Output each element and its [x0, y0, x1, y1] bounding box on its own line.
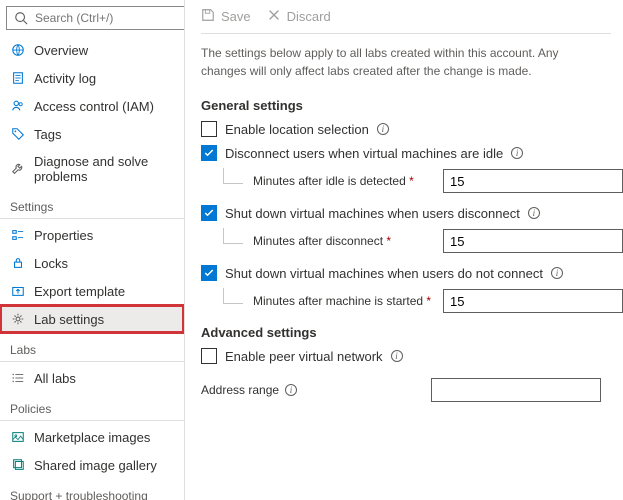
connector-line [223, 168, 243, 184]
sidebar-item-label: Tags [34, 127, 61, 142]
discard-label: Discard [287, 9, 331, 24]
globe-icon [10, 42, 26, 58]
idle-minutes-label: Minutes after idle is detected * [253, 174, 433, 188]
info-icon[interactable]: i [391, 350, 403, 362]
sidebar-item-properties[interactable]: Properties [0, 221, 184, 249]
search-icon [13, 10, 29, 26]
gallery-icon [10, 457, 26, 473]
sidebar-item-access-control[interactable]: Access control (IAM) [0, 92, 184, 120]
wrench-icon [10, 161, 26, 177]
connector-line [223, 288, 243, 304]
sidebar-item-label: Diagnose and solve problems [34, 154, 174, 184]
advanced-settings-heading: Advanced settings [201, 325, 611, 340]
sidebar-item-tags[interactable]: Tags [0, 120, 184, 148]
enable-location-label: Enable location selection [225, 122, 369, 137]
sidebar-item-diagnose[interactable]: Diagnose and solve problems [0, 148, 184, 190]
save-button[interactable]: Save [201, 8, 251, 25]
toolbar: Save Discard [201, 8, 611, 34]
sidebar-item-label: Access control (IAM) [34, 99, 154, 114]
sidebar-item-label: Export template [34, 284, 125, 299]
sidebar-item-all-labs[interactable]: All labs [0, 364, 184, 392]
address-range-label: Address range i [201, 383, 421, 397]
save-icon [201, 8, 215, 25]
peer-vnet-label: Enable peer virtual network [225, 349, 383, 364]
list-icon [10, 370, 26, 386]
sidebar-item-label: Lab settings [34, 312, 104, 327]
image-icon [10, 429, 26, 445]
disconnect-idle-checkbox[interactable] [201, 145, 217, 161]
sidebar-item-label: Marketplace images [34, 430, 150, 445]
info-icon[interactable]: i [285, 384, 297, 396]
discard-button[interactable]: Discard [267, 8, 331, 25]
nav-group-labs: Labs [0, 333, 184, 362]
sidebar-item-label: Locks [34, 256, 68, 271]
general-settings-heading: General settings [201, 98, 611, 113]
sidebar-item-locks[interactable]: Locks [0, 249, 184, 277]
search-input[interactable] [35, 11, 185, 25]
close-icon [267, 8, 281, 25]
info-icon[interactable]: i [528, 207, 540, 219]
shutdown-disconnect-label: Shut down virtual machines when users di… [225, 206, 520, 221]
disconnect-minutes-label: Minutes after disconnect * [253, 234, 433, 248]
sidebar-item-label: Activity log [34, 71, 96, 86]
log-icon [10, 70, 26, 86]
sidebar: « Overview Activity log Access control (… [0, 0, 185, 500]
started-minutes-label: Minutes after machine is started * [253, 294, 433, 308]
peer-vnet-checkbox[interactable] [201, 348, 217, 364]
nav-group-settings: Settings [0, 190, 184, 219]
info-icon[interactable]: i [551, 267, 563, 279]
info-icon[interactable]: i [511, 147, 523, 159]
export-icon [10, 283, 26, 299]
sidebar-item-export-template[interactable]: Export template [0, 277, 184, 305]
sidebar-item-overview[interactable]: Overview [0, 36, 184, 64]
sidebar-item-label: All labs [34, 371, 76, 386]
properties-icon [10, 227, 26, 243]
idle-minutes-input[interactable] [443, 169, 623, 193]
connector-line [223, 228, 243, 244]
address-range-input[interactable] [431, 378, 601, 402]
search-box[interactable] [6, 6, 185, 30]
save-label: Save [221, 9, 251, 24]
sidebar-item-marketplace-images[interactable]: Marketplace images [0, 423, 184, 451]
nav-group-policies: Policies [0, 392, 184, 421]
shutdown-noconnect-label: Shut down virtual machines when users do… [225, 266, 543, 281]
people-icon [10, 98, 26, 114]
intro-text: The settings below apply to all labs cre… [201, 44, 601, 80]
sidebar-item-label: Overview [34, 43, 88, 58]
disconnect-idle-label: Disconnect users when virtual machines a… [225, 146, 503, 161]
shutdown-noconnect-checkbox[interactable] [201, 265, 217, 281]
sidebar-item-label: Shared image gallery [34, 458, 157, 473]
info-icon[interactable]: i [377, 123, 389, 135]
shutdown-disconnect-checkbox[interactable] [201, 205, 217, 221]
sidebar-item-activity-log[interactable]: Activity log [0, 64, 184, 92]
tag-icon [10, 126, 26, 142]
sidebar-item-shared-image-gallery[interactable]: Shared image gallery [0, 451, 184, 479]
disconnect-minutes-input[interactable] [443, 229, 623, 253]
sidebar-item-lab-settings[interactable]: Lab settings [0, 305, 184, 333]
main-content: Save Discard The settings below apply to… [185, 0, 623, 500]
nav-group-support: Support + troubleshooting [0, 479, 184, 500]
gear-icon [10, 311, 26, 327]
started-minutes-input[interactable] [443, 289, 623, 313]
lock-icon [10, 255, 26, 271]
sidebar-item-label: Properties [34, 228, 93, 243]
enable-location-checkbox[interactable] [201, 121, 217, 137]
